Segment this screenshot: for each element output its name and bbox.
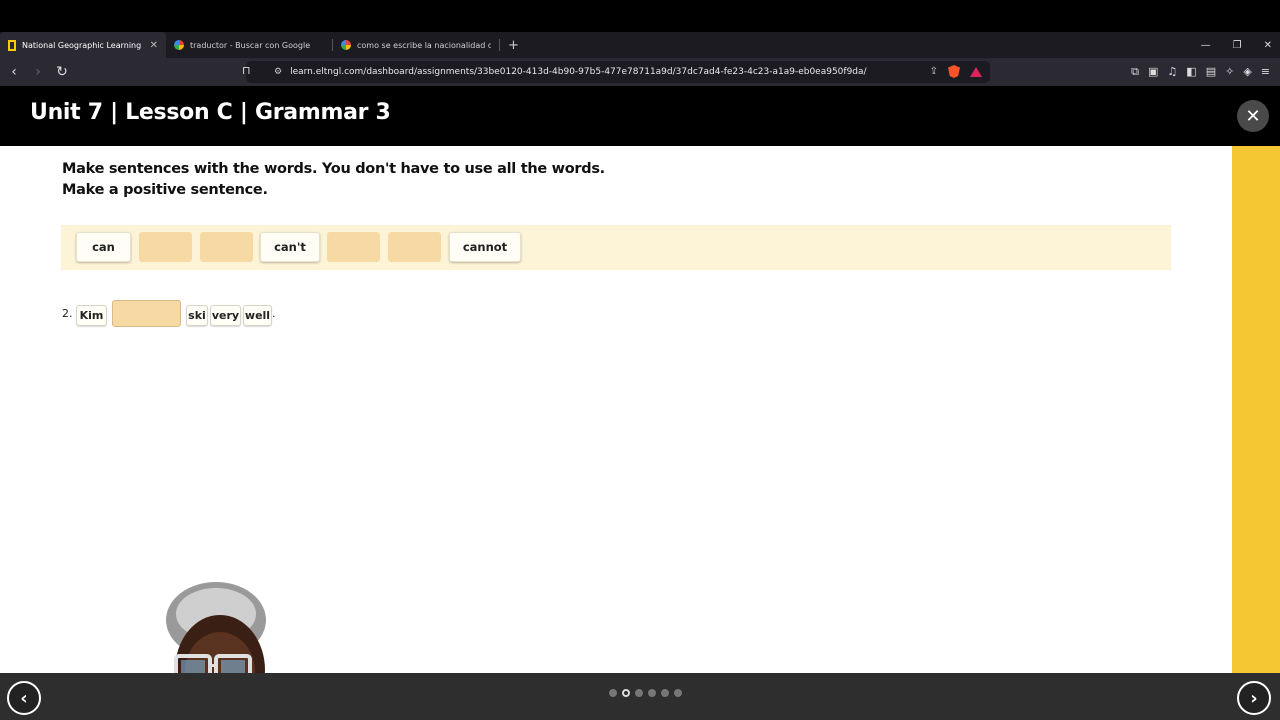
word-bank-empty-slot: [388, 232, 441, 262]
app-header: Unit 7 | Lesson C | Grammar 3 ✕: [0, 86, 1280, 146]
reload-icon[interactable]: ↻: [52, 64, 72, 80]
sentence-word-well: well: [243, 305, 272, 326]
sentence-word-very: very: [210, 305, 241, 326]
instruction-line-2: Make a positive sentence.: [62, 182, 268, 198]
activity-footer: ‹ ›: [0, 673, 1280, 720]
word-chip-can[interactable]: can: [76, 232, 131, 262]
tab-title: National Geographic Learning: [22, 40, 142, 50]
page-dot[interactable]: [635, 689, 643, 697]
tab-title: traductor - Buscar con Google: [190, 40, 311, 50]
word-chip-cannot[interactable]: cannot: [449, 232, 521, 262]
google-icon: [174, 40, 184, 50]
google-icon: [341, 40, 351, 50]
natgeo-icon: [8, 39, 16, 51]
window-controls: — ❐ ✕: [1201, 32, 1272, 58]
chevron-right-icon: ›: [1250, 687, 1258, 709]
accent-sidebar: [1232, 146, 1280, 673]
new-tab-icon[interactable]: +: [508, 38, 519, 53]
close-activity-button[interactable]: ✕: [1237, 100, 1269, 132]
instruction-line-1: Make sentences with the words. You don't…: [62, 161, 605, 177]
close-tab-icon[interactable]: ✕: [150, 40, 158, 51]
browser-toolbar: ⧉ ▣ ♫ ◧ ▤ ✧ ◈ ≡: [1131, 65, 1270, 79]
previous-button[interactable]: ‹: [7, 681, 41, 715]
site-info-icon[interactable]: ⚙: [274, 67, 282, 77]
media-icon[interactable]: ♫: [1167, 65, 1177, 79]
window-close-icon[interactable]: ✕: [1264, 40, 1272, 51]
bookmark-icon[interactable]: ⊓: [242, 64, 251, 77]
instructions: Make sentences with the words. You don't…: [62, 159, 605, 201]
tab-divider: [499, 39, 500, 51]
tab-nacionalidad[interactable]: como se escribe la nacionalidad de: [333, 32, 499, 58]
page-dot-current[interactable]: [622, 689, 630, 697]
sentence-word-kim: Kim: [76, 305, 107, 326]
tab-traductor[interactable]: traductor - Buscar con Google: [166, 32, 332, 58]
brave-rewards-icon[interactable]: [970, 66, 982, 77]
word-bank-empty-slot: [327, 232, 380, 262]
page-dot[interactable]: [661, 689, 669, 697]
address-bar[interactable]: ⊓ ⚙ learn.eltngl.com/dashboard/assignmen…: [242, 61, 990, 83]
page-dot[interactable]: [674, 689, 682, 697]
page-dot[interactable]: [609, 689, 617, 697]
word-chip-cant[interactable]: can't: [260, 232, 320, 262]
tab-bar: National Geographic Learning ✕ traductor…: [0, 32, 1280, 58]
back-icon[interactable]: ‹: [4, 64, 24, 80]
menu-icon[interactable]: ≡: [1261, 65, 1270, 79]
page-dot[interactable]: [648, 689, 656, 697]
window-top-strip: [0, 0, 1280, 32]
wallet-icon[interactable]: ▤: [1206, 65, 1216, 79]
page-indicator: [609, 689, 682, 697]
sentence-word-ski: ski: [186, 305, 208, 326]
brave-shields-icon[interactable]: [948, 65, 960, 78]
navigation-bar: ‹ › ↻ ⊓ ⚙ learn.eltngl.com/dashboard/ass…: [0, 58, 1280, 86]
extensions-icon[interactable]: ⧉: [1131, 65, 1139, 79]
minimize-icon[interactable]: —: [1201, 40, 1211, 51]
url-text[interactable]: learn.eltngl.com/dashboard/assignments/3…: [290, 67, 866, 77]
question-number: 2.: [62, 307, 73, 320]
share-icon[interactable]: ⇪: [930, 66, 938, 77]
vpn-icon[interactable]: ◈: [1243, 65, 1251, 79]
word-bank: can can't cannot: [61, 225, 1171, 270]
word-bank-empty-slot: [200, 232, 253, 262]
tab-title: como se escribe la nacionalidad de: [357, 40, 491, 50]
forward-icon[interactable]: ›: [28, 64, 48, 80]
answer-drop-slot[interactable]: [112, 300, 181, 327]
reader-mode-icon[interactable]: ▣: [1148, 65, 1158, 79]
word-bank-empty-slot: [139, 232, 192, 262]
page-title: Unit 7 | Lesson C | Grammar 3: [30, 100, 391, 125]
chevron-left-icon: ‹: [20, 687, 28, 709]
close-icon: ✕: [1245, 105, 1261, 127]
tab-national-geographic[interactable]: National Geographic Learning ✕: [0, 32, 166, 58]
sidebar-icon[interactable]: ◧: [1186, 65, 1196, 79]
sentence-end-punctuation: .: [272, 307, 276, 320]
restore-icon[interactable]: ❐: [1233, 40, 1242, 51]
leo-ai-icon[interactable]: ✧: [1225, 65, 1234, 79]
next-button[interactable]: ›: [1237, 681, 1271, 715]
